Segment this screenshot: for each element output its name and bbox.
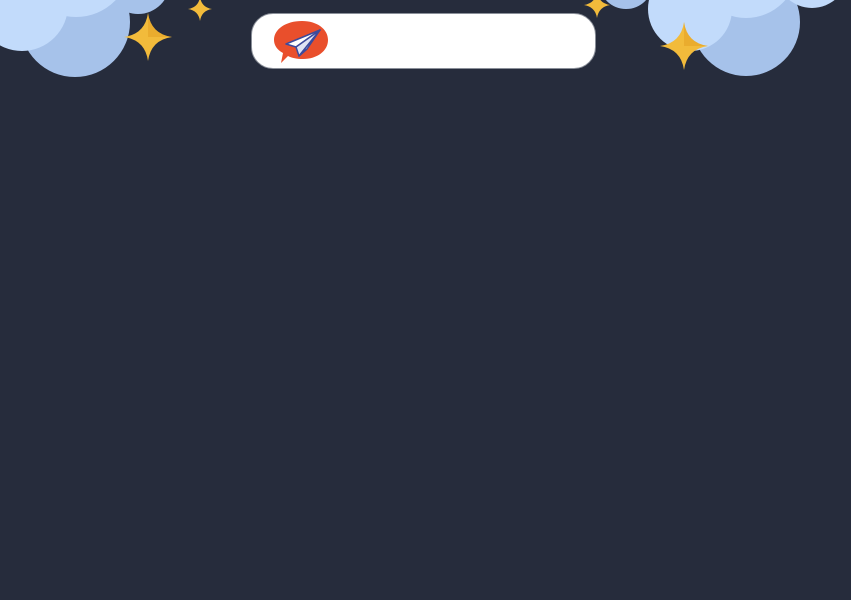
search-bar[interactable] <box>251 13 596 69</box>
page-background <box>0 0 851 600</box>
paper-plane-icon[interactable] <box>272 19 330 65</box>
search-input[interactable] <box>340 24 580 58</box>
